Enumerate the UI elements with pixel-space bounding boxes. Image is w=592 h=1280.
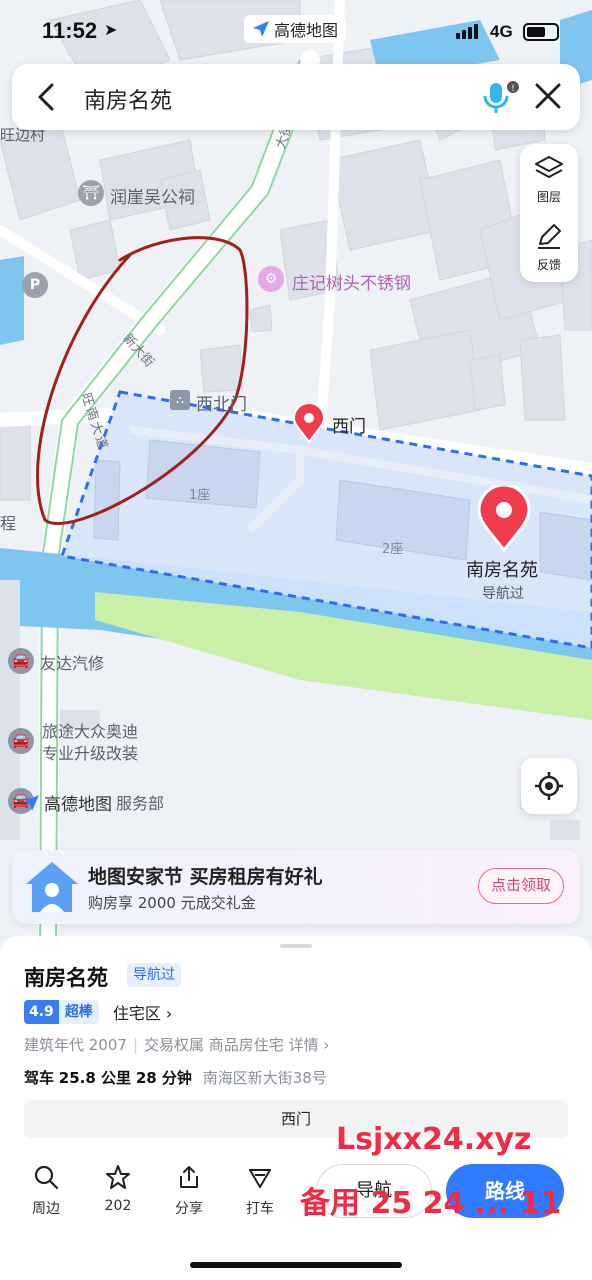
map-label-west-gate[interactable]: 西门 bbox=[332, 412, 366, 437]
overlay-watermark-line2: 备用 25 24 ... 11 bbox=[300, 1186, 562, 1221]
map-label-northwest-gate[interactable]: 西北门 bbox=[196, 390, 247, 415]
rating-score: 4.9 bbox=[24, 1000, 59, 1024]
close-icon[interactable] bbox=[530, 78, 566, 114]
layers-button[interactable]: 图层 bbox=[520, 154, 578, 205]
map-label-building1: 1座 bbox=[189, 488, 211, 503]
feedback-button[interactable]: 反馈 bbox=[520, 222, 578, 273]
voice-mic-icon[interactable]: ! bbox=[480, 80, 520, 116]
search-icon bbox=[34, 1165, 59, 1190]
network-type: 4G bbox=[490, 22, 513, 41]
layers-icon bbox=[535, 156, 563, 178]
share-icon bbox=[180, 1166, 198, 1188]
crosshair-icon bbox=[535, 772, 563, 800]
star-icon bbox=[106, 1165, 130, 1189]
taxi-icon bbox=[249, 1169, 271, 1188]
battery-icon bbox=[523, 23, 559, 41]
temple-icon[interactable]: ⛩ bbox=[78, 180, 104, 206]
svg-text:!: ! bbox=[511, 84, 515, 94]
promo-claim-button[interactable]: 点击领取 bbox=[478, 868, 564, 904]
overlay-watermark-line1: Lsjxx24.xyz bbox=[336, 1122, 532, 1157]
app-indicator-label: 高德地图 bbox=[274, 21, 339, 40]
shop-icon[interactable]: ⚙ bbox=[258, 266, 284, 292]
layers-label: 图层 bbox=[536, 190, 561, 204]
build-year: 建筑年代 2007 bbox=[24, 1036, 127, 1054]
taxi-label: 打车 bbox=[246, 1201, 274, 1217]
drive-prefix: 驾车 bbox=[24, 1069, 55, 1087]
map-label-temple[interactable]: 润崖吴公祠 bbox=[110, 183, 195, 208]
signal-icon bbox=[456, 24, 478, 39]
car-service-icon[interactable]: 🚘 bbox=[8, 728, 34, 754]
back-arrow-icon[interactable] bbox=[32, 80, 62, 114]
feedback-label: 反馈 bbox=[536, 258, 561, 272]
search-query[interactable]: 南房名苑 bbox=[84, 83, 172, 115]
map-label-poi1[interactable]: 友达汽修 bbox=[40, 650, 104, 674]
taxi-button[interactable]: 打车 bbox=[232, 1164, 288, 1218]
detail-link[interactable]: 详情 › bbox=[289, 1036, 330, 1054]
parking-icon[interactable]: P bbox=[22, 272, 48, 298]
amap-logo-icon bbox=[253, 21, 269, 37]
map-view[interactable]: 旺边村 ⛩ 润崖吴公祠 P ⚙ 庄记树头不锈钢 新大街 旺南大道 大街 ⛬ 西北… bbox=[0, 0, 592, 960]
share-button[interactable]: 分享 bbox=[161, 1164, 217, 1218]
map-label-place-status: 导航过 bbox=[482, 586, 524, 602]
promo-title: 地图安家节 买房租房有好礼 bbox=[88, 866, 323, 888]
drive-distance: 25.8 公里 bbox=[58, 1069, 132, 1087]
map-label-poi2-line1[interactable]: 旅途大众奥迪 bbox=[42, 718, 138, 742]
map-tools-panel: 图层 反馈 bbox=[520, 144, 578, 282]
rating-label: 超棒 bbox=[58, 1000, 99, 1024]
promo-subtitle: 购房享 2000 元成交礼金 bbox=[88, 894, 256, 912]
map-canvas bbox=[0, 0, 592, 960]
feedback-pen-icon bbox=[538, 224, 561, 249]
west-gate-pin-icon[interactable] bbox=[292, 404, 326, 444]
share-label: 分享 bbox=[175, 1201, 203, 1217]
car-repair-icon[interactable]: 🚘 bbox=[8, 648, 34, 674]
map-label-place-name[interactable]: 南房名苑 bbox=[466, 556, 538, 582]
favorite-count: 202 bbox=[104, 1198, 132, 1214]
ownership: 交易权属 商品房住宅 bbox=[144, 1036, 284, 1054]
map-label-shop[interactable]: 庄记树头不锈钢 bbox=[292, 269, 411, 294]
status-bar: 11:52 ➤ 高德地图 4G bbox=[0, 0, 592, 64]
drive-duration: 28 分钟 bbox=[135, 1069, 192, 1087]
drive-info: 驾车 25.8 公里 28 分钟 南海区新大街38号 bbox=[24, 1067, 327, 1088]
rating-row[interactable]: 4.9 超棒 住宅区 › bbox=[24, 1000, 172, 1024]
favorite-button[interactable]: 202 bbox=[90, 1164, 146, 1214]
house-icon bbox=[26, 862, 78, 912]
search-bar[interactable]: 南房名苑 ! bbox=[12, 64, 580, 130]
place-pin-icon[interactable] bbox=[476, 486, 532, 552]
map-label-poi2-line2[interactable]: 专业升级改装 bbox=[42, 740, 138, 764]
map-label-poi3[interactable]: 服务部 bbox=[116, 790, 164, 814]
amap-logo-icon bbox=[23, 794, 39, 811]
place-address: 南海区新大街38号 bbox=[202, 1069, 327, 1087]
place-category[interactable]: 住宅区 › bbox=[113, 1000, 173, 1024]
locate-me-button[interactable] bbox=[521, 758, 577, 814]
place-meta: 建筑年代 2007 | 交易权属 商品房住宅 详情 › bbox=[24, 1036, 330, 1054]
place-name: 南房名苑 bbox=[24, 966, 108, 990]
home-indicator[interactable] bbox=[190, 1262, 402, 1268]
location-arrow-icon: ➤ bbox=[104, 20, 118, 39]
nearby-label: 周边 bbox=[32, 1201, 60, 1217]
app-indicator: 高德地图 bbox=[244, 15, 347, 43]
navigated-badge: 导航过 bbox=[127, 963, 181, 987]
map-label-building2: 2座 bbox=[382, 542, 404, 557]
map-watermark: 高德地图 bbox=[22, 790, 112, 815]
nearby-button[interactable]: 周边 bbox=[18, 1164, 74, 1218]
map-label-left-fragment: 程 bbox=[0, 514, 17, 533]
promo-banner[interactable]: 地图安家节 买房租房有好礼 购房享 2000 元成交礼金 点击领取 bbox=[12, 850, 580, 924]
watermark-text: 高德地图 bbox=[44, 795, 112, 815]
sheet-drag-handle[interactable] bbox=[280, 944, 312, 948]
status-time: 11:52 bbox=[42, 18, 98, 43]
gate-icon: ⛬ bbox=[170, 390, 190, 410]
